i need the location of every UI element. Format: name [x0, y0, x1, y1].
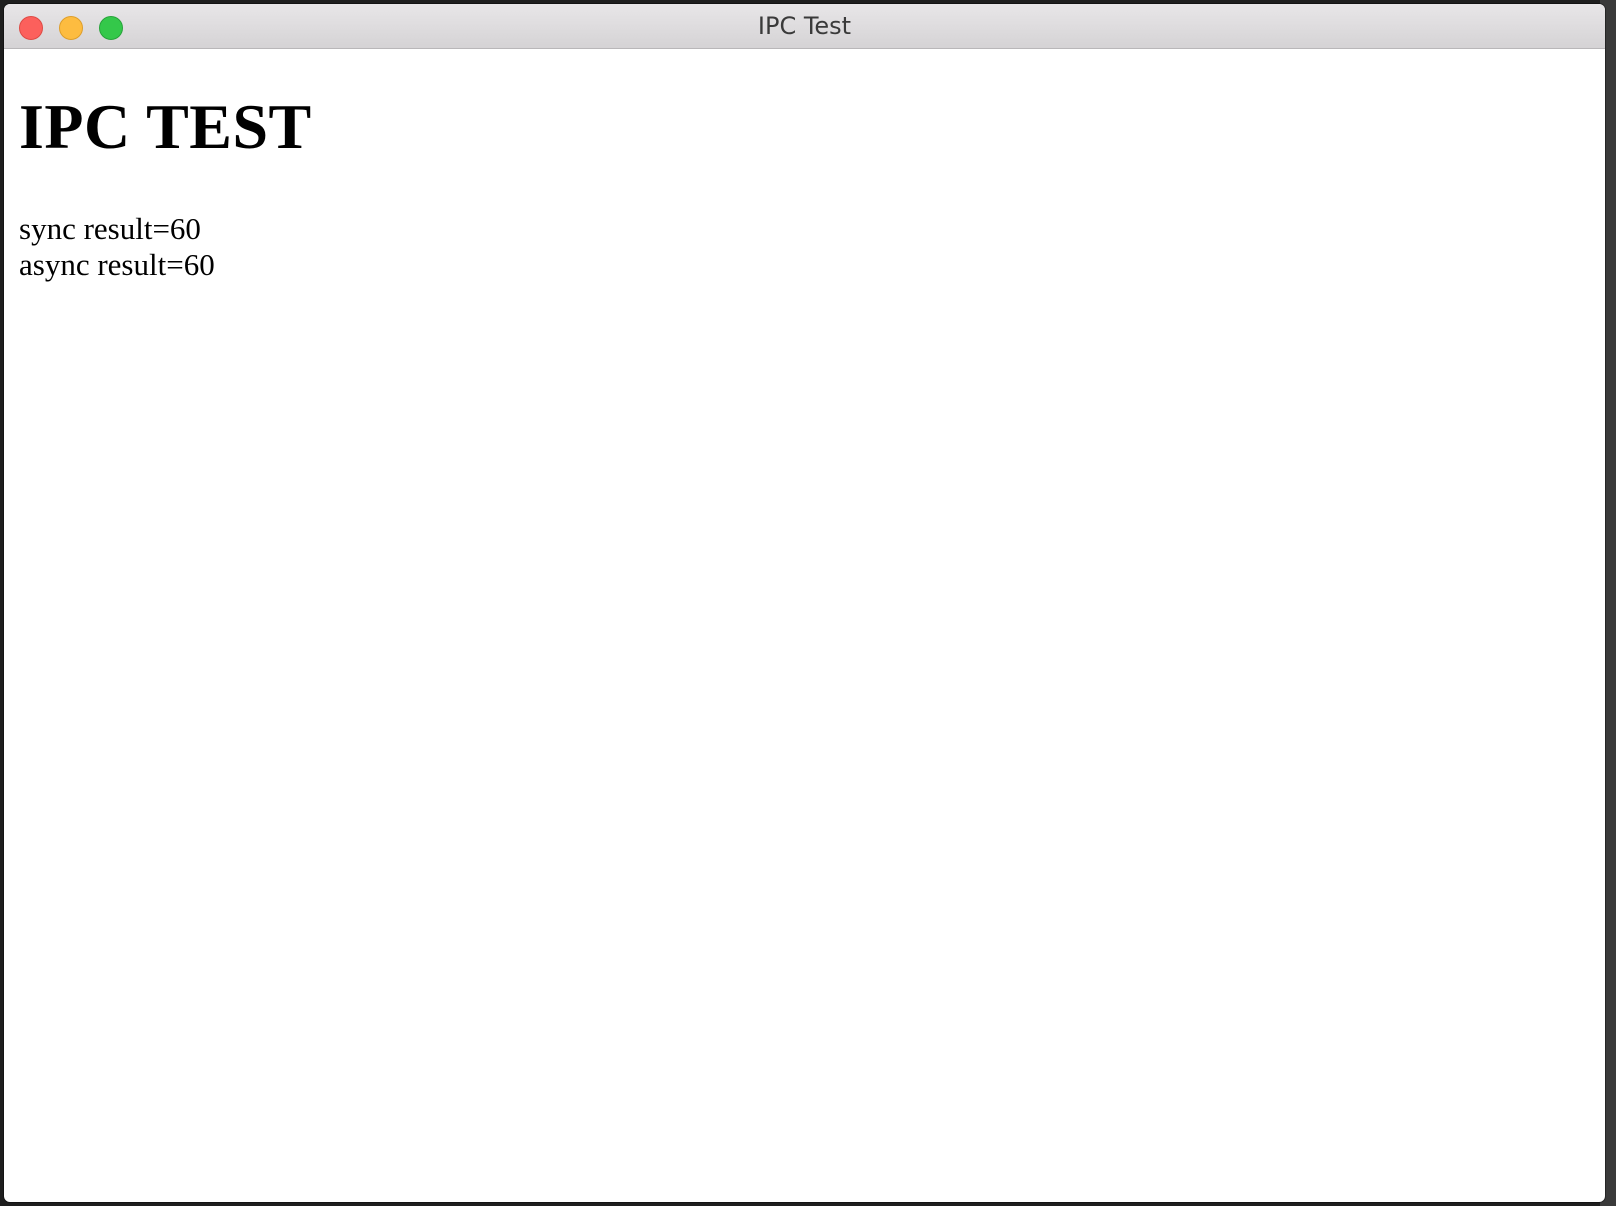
- window-title: IPC Test: [757, 12, 852, 40]
- sync-result-text: sync result=60: [19, 211, 201, 246]
- desktop-background: IPC Test IPC TEST sync result=60 async r…: [0, 0, 1616, 1206]
- app-window: IPC Test IPC TEST sync result=60 async r…: [4, 4, 1605, 1202]
- async-result-text: async result=60: [19, 247, 215, 282]
- page-heading: IPC TEST: [19, 91, 312, 162]
- title-bar[interactable]: IPC Test: [4, 4, 1605, 49]
- results-block: sync result=60 async result=60: [19, 211, 1590, 283]
- page-content: IPC TEST sync result=60 async result=60: [4, 89, 1605, 283]
